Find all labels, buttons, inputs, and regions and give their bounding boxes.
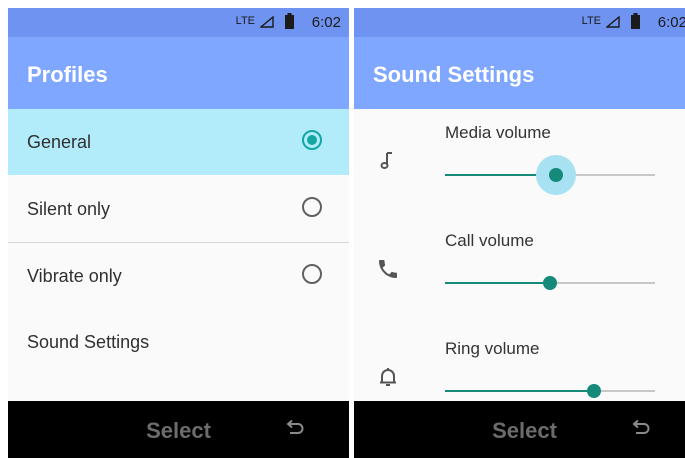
ring-volume-slider[interactable] [445, 381, 655, 401]
sound-settings-label: Sound Settings [27, 332, 150, 352]
softkey-bar: Select [8, 401, 349, 458]
battery-icon [285, 13, 294, 29]
sound-settings-item[interactable]: Sound Settings [8, 309, 349, 375]
call-volume-row[interactable]: Call volume [354, 217, 685, 325]
profile-vibrate-only[interactable]: Vibrate only [8, 243, 349, 309]
profile-silent-only[interactable]: Silent only [8, 176, 349, 243]
phone-icon [379, 260, 397, 278]
media-volume-row[interactable]: Media volume [354, 109, 685, 217]
music-note-icon [380, 152, 392, 169]
back-icon[interactable] [285, 419, 305, 437]
radio-checked-icon[interactable] [302, 130, 322, 150]
clock: 6:02 [657, 14, 685, 31]
signal-icon [606, 16, 620, 28]
media-volume-slider[interactable] [445, 155, 655, 195]
profile-label: General [27, 132, 92, 152]
app-bar: Profiles [8, 37, 349, 109]
bell-icon [380, 368, 396, 386]
profiles-screen: LTE 6:02 Profiles General Silent only Vi… [8, 8, 349, 458]
profile-label: Vibrate only [27, 266, 122, 286]
slider-fill [445, 282, 550, 284]
slider-thumb[interactable] [587, 384, 602, 398]
volume-label: Ring volume [445, 339, 540, 358]
profile-label: Silent only [27, 199, 111, 219]
status-bar: LTE 6:02 [8, 8, 349, 37]
clock: 6:02 [311, 14, 341, 31]
slider-fill [445, 390, 595, 392]
network-type: LTE [581, 15, 601, 27]
sound-settings-screen: LTE 6:02 Sound Settings Media volume Cal… [354, 8, 685, 458]
radio-unchecked-icon[interactable] [302, 197, 322, 217]
call-volume-slider[interactable] [445, 273, 655, 293]
volume-label: Call volume [445, 231, 534, 250]
battery-icon [631, 13, 640, 29]
back-icon[interactable] [631, 419, 651, 437]
volume-label: Media volume [445, 123, 551, 142]
status-bar: LTE 6:02 [354, 8, 685, 37]
slider-thumb[interactable] [543, 276, 557, 290]
page-title: Sound Settings [373, 62, 535, 87]
network-type: LTE [235, 15, 255, 27]
page-title: Profiles [27, 62, 108, 87]
profile-general[interactable]: General [8, 109, 349, 175]
softkey-bar: Select [354, 401, 685, 458]
signal-icon [260, 16, 274, 28]
radio-unchecked-icon[interactable] [302, 264, 322, 284]
app-bar: Sound Settings [354, 37, 685, 109]
